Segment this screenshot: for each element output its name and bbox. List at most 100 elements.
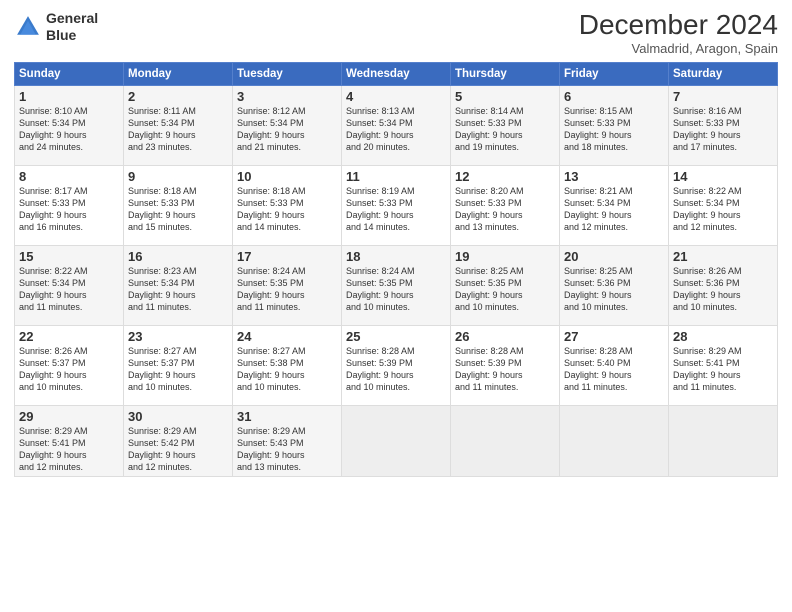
calendar-table: Sunday Monday Tuesday Wednesday Thursday… [14, 62, 778, 478]
cell-content: Sunrise: 8:19 AM Sunset: 5:33 PM Dayligh… [346, 185, 446, 234]
cell-content: Sunrise: 8:26 AM Sunset: 5:36 PM Dayligh… [673, 265, 773, 314]
day-number: 20 [564, 249, 664, 264]
day-number: 9 [128, 169, 228, 184]
table-row: 30Sunrise: 8:29 AM Sunset: 5:42 PM Dayli… [124, 405, 233, 477]
table-row: 5Sunrise: 8:14 AM Sunset: 5:33 PM Daylig… [451, 85, 560, 165]
table-row: 20Sunrise: 8:25 AM Sunset: 5:36 PM Dayli… [560, 245, 669, 325]
table-row: 7Sunrise: 8:16 AM Sunset: 5:33 PM Daylig… [669, 85, 778, 165]
cell-content: Sunrise: 8:16 AM Sunset: 5:33 PM Dayligh… [673, 105, 773, 154]
day-number: 7 [673, 89, 773, 104]
table-row: 26Sunrise: 8:28 AM Sunset: 5:39 PM Dayli… [451, 325, 560, 405]
cell-content: Sunrise: 8:28 AM Sunset: 5:39 PM Dayligh… [346, 345, 446, 394]
table-row: 14Sunrise: 8:22 AM Sunset: 5:34 PM Dayli… [669, 165, 778, 245]
table-row: 27Sunrise: 8:28 AM Sunset: 5:40 PM Dayli… [560, 325, 669, 405]
day-number: 5 [455, 89, 555, 104]
day-number: 6 [564, 89, 664, 104]
col-sunday: Sunday [15, 62, 124, 85]
cell-content: Sunrise: 8:25 AM Sunset: 5:35 PM Dayligh… [455, 265, 555, 314]
col-friday: Friday [560, 62, 669, 85]
cell-content: Sunrise: 8:26 AM Sunset: 5:37 PM Dayligh… [19, 345, 119, 394]
day-number: 16 [128, 249, 228, 264]
table-row [451, 405, 560, 477]
day-number: 12 [455, 169, 555, 184]
logo-icon [14, 13, 42, 41]
day-number: 18 [346, 249, 446, 264]
table-row: 8Sunrise: 8:17 AM Sunset: 5:33 PM Daylig… [15, 165, 124, 245]
table-row: 12Sunrise: 8:20 AM Sunset: 5:33 PM Dayli… [451, 165, 560, 245]
cell-content: Sunrise: 8:18 AM Sunset: 5:33 PM Dayligh… [237, 185, 337, 234]
cell-content: Sunrise: 8:18 AM Sunset: 5:33 PM Dayligh… [128, 185, 228, 234]
cell-content: Sunrise: 8:24 AM Sunset: 5:35 PM Dayligh… [346, 265, 446, 314]
table-row: 17Sunrise: 8:24 AM Sunset: 5:35 PM Dayli… [233, 245, 342, 325]
col-saturday: Saturday [669, 62, 778, 85]
cell-content: Sunrise: 8:22 AM Sunset: 5:34 PM Dayligh… [19, 265, 119, 314]
table-row [560, 405, 669, 477]
title-block: December 2024 Valmadrid, Aragon, Spain [579, 10, 778, 56]
table-row: 19Sunrise: 8:25 AM Sunset: 5:35 PM Dayli… [451, 245, 560, 325]
day-number: 25 [346, 329, 446, 344]
cell-content: Sunrise: 8:24 AM Sunset: 5:35 PM Dayligh… [237, 265, 337, 314]
day-number: 1 [19, 89, 119, 104]
table-row [342, 405, 451, 477]
cell-content: Sunrise: 8:27 AM Sunset: 5:37 PM Dayligh… [128, 345, 228, 394]
cell-content: Sunrise: 8:22 AM Sunset: 5:34 PM Dayligh… [673, 185, 773, 234]
day-number: 26 [455, 329, 555, 344]
table-row: 16Sunrise: 8:23 AM Sunset: 5:34 PM Dayli… [124, 245, 233, 325]
table-row: 11Sunrise: 8:19 AM Sunset: 5:33 PM Dayli… [342, 165, 451, 245]
day-number: 27 [564, 329, 664, 344]
logo: General Blue [14, 10, 98, 44]
cell-content: Sunrise: 8:29 AM Sunset: 5:41 PM Dayligh… [673, 345, 773, 394]
cell-content: Sunrise: 8:11 AM Sunset: 5:34 PM Dayligh… [128, 105, 228, 154]
day-number: 14 [673, 169, 773, 184]
table-row: 2Sunrise: 8:11 AM Sunset: 5:34 PM Daylig… [124, 85, 233, 165]
cell-content: Sunrise: 8:25 AM Sunset: 5:36 PM Dayligh… [564, 265, 664, 314]
table-row: 4Sunrise: 8:13 AM Sunset: 5:34 PM Daylig… [342, 85, 451, 165]
table-row: 13Sunrise: 8:21 AM Sunset: 5:34 PM Dayli… [560, 165, 669, 245]
day-number: 21 [673, 249, 773, 264]
cell-content: Sunrise: 8:14 AM Sunset: 5:33 PM Dayligh… [455, 105, 555, 154]
cell-content: Sunrise: 8:12 AM Sunset: 5:34 PM Dayligh… [237, 105, 337, 154]
cell-content: Sunrise: 8:15 AM Sunset: 5:33 PM Dayligh… [564, 105, 664, 154]
day-number: 13 [564, 169, 664, 184]
table-row: 29Sunrise: 8:29 AM Sunset: 5:41 PM Dayli… [15, 405, 124, 477]
table-row: 3Sunrise: 8:12 AM Sunset: 5:34 PM Daylig… [233, 85, 342, 165]
cell-content: Sunrise: 8:29 AM Sunset: 5:41 PM Dayligh… [19, 425, 119, 474]
calendar-body: 1Sunrise: 8:10 AM Sunset: 5:34 PM Daylig… [15, 85, 778, 477]
cell-content: Sunrise: 8:20 AM Sunset: 5:33 PM Dayligh… [455, 185, 555, 234]
table-row: 15Sunrise: 8:22 AM Sunset: 5:34 PM Dayli… [15, 245, 124, 325]
day-number: 28 [673, 329, 773, 344]
table-row: 23Sunrise: 8:27 AM Sunset: 5:37 PM Dayli… [124, 325, 233, 405]
table-row: 24Sunrise: 8:27 AM Sunset: 5:38 PM Dayli… [233, 325, 342, 405]
day-number: 2 [128, 89, 228, 104]
month-title: December 2024 [579, 10, 778, 41]
header-row: Sunday Monday Tuesday Wednesday Thursday… [15, 62, 778, 85]
day-number: 8 [19, 169, 119, 184]
day-number: 23 [128, 329, 228, 344]
location-subtitle: Valmadrid, Aragon, Spain [579, 41, 778, 56]
cell-content: Sunrise: 8:29 AM Sunset: 5:43 PM Dayligh… [237, 425, 337, 474]
cell-content: Sunrise: 8:28 AM Sunset: 5:39 PM Dayligh… [455, 345, 555, 394]
cell-content: Sunrise: 8:23 AM Sunset: 5:34 PM Dayligh… [128, 265, 228, 314]
logo-text: General Blue [46, 10, 98, 44]
table-row: 9Sunrise: 8:18 AM Sunset: 5:33 PM Daylig… [124, 165, 233, 245]
day-number: 15 [19, 249, 119, 264]
table-row: 31Sunrise: 8:29 AM Sunset: 5:43 PM Dayli… [233, 405, 342, 477]
day-number: 24 [237, 329, 337, 344]
day-number: 3 [237, 89, 337, 104]
page-container: General Blue December 2024 Valmadrid, Ar… [0, 0, 792, 483]
table-row: 21Sunrise: 8:26 AM Sunset: 5:36 PM Dayli… [669, 245, 778, 325]
day-number: 17 [237, 249, 337, 264]
day-number: 29 [19, 409, 119, 424]
day-number: 11 [346, 169, 446, 184]
table-row: 10Sunrise: 8:18 AM Sunset: 5:33 PM Dayli… [233, 165, 342, 245]
cell-content: Sunrise: 8:27 AM Sunset: 5:38 PM Dayligh… [237, 345, 337, 394]
calendar-header: Sunday Monday Tuesday Wednesday Thursday… [15, 62, 778, 85]
table-row: 25Sunrise: 8:28 AM Sunset: 5:39 PM Dayli… [342, 325, 451, 405]
cell-content: Sunrise: 8:13 AM Sunset: 5:34 PM Dayligh… [346, 105, 446, 154]
table-row: 22Sunrise: 8:26 AM Sunset: 5:37 PM Dayli… [15, 325, 124, 405]
cell-content: Sunrise: 8:21 AM Sunset: 5:34 PM Dayligh… [564, 185, 664, 234]
day-number: 10 [237, 169, 337, 184]
header: General Blue December 2024 Valmadrid, Ar… [14, 10, 778, 56]
table-row: 28Sunrise: 8:29 AM Sunset: 5:41 PM Dayli… [669, 325, 778, 405]
cell-content: Sunrise: 8:17 AM Sunset: 5:33 PM Dayligh… [19, 185, 119, 234]
